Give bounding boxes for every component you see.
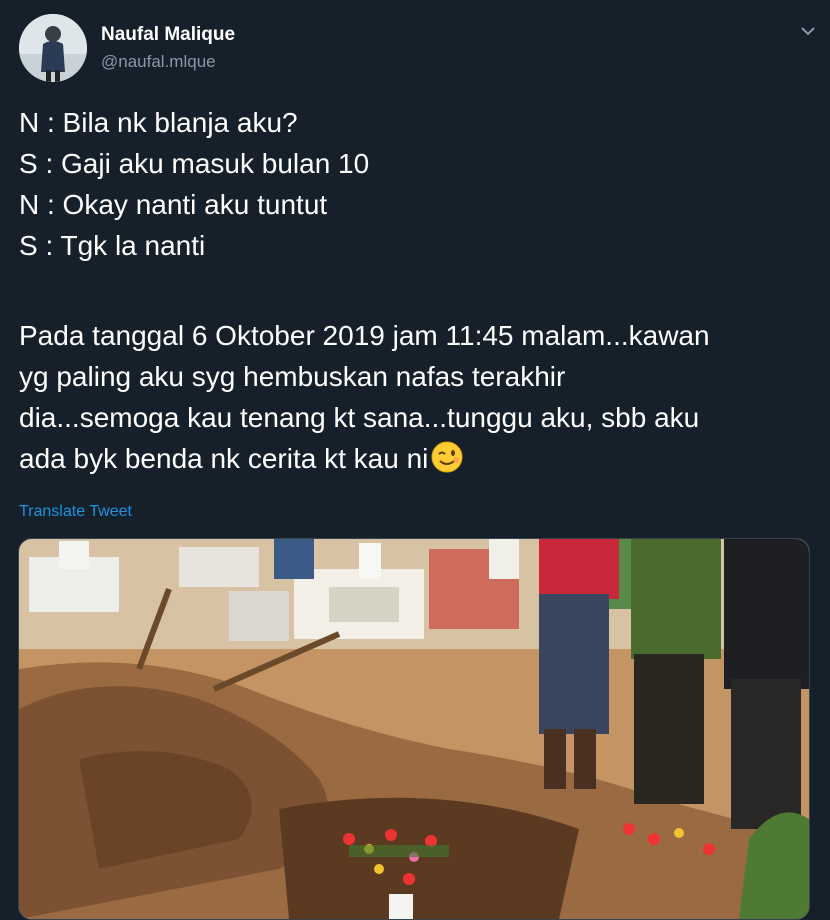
winking-face-emoji	[430, 440, 464, 474]
tweet-line-last: ada byk benda nk cerita kt kau ni	[19, 438, 819, 479]
avatar[interactable]	[19, 14, 87, 82]
tweet-line: dia...semoga kau tenang kt sana...tunggu…	[19, 402, 700, 433]
user-handle[interactable]: @naufal.mlque	[101, 52, 216, 72]
tweet-line: S : Tgk la nanti	[19, 230, 206, 261]
translate-tweet-link[interactable]: Translate Tweet	[19, 503, 132, 521]
tweet-line: N : Okay nanti aku tuntut	[19, 189, 328, 220]
tweet-header: Naufal Malique @naufal.mlque	[19, 14, 819, 84]
tweet-line: Pada tanggal 6 Oktober 2019 jam 11:45 ma…	[19, 320, 710, 351]
tweet-line: ada byk benda nk cerita kt kau ni	[19, 443, 429, 474]
tweet-line: S : Gaji aku masuk bulan 10	[19, 148, 370, 179]
tweet-line: N : Bila nk blanja aku?	[19, 107, 298, 138]
line-break	[19, 266, 819, 307]
tweet-text: N : Bila nk blanja aku? S : Gaji aku mas…	[19, 102, 819, 479]
display-name[interactable]: Naufal Malique	[101, 24, 235, 46]
profile-photo	[19, 14, 87, 82]
grave-site-photo[interactable]	[18, 538, 810, 920]
chevron-down-icon[interactable]	[797, 22, 819, 40]
tweet-line: yg paling aku syg hembuskan nafas terakh…	[19, 361, 566, 392]
